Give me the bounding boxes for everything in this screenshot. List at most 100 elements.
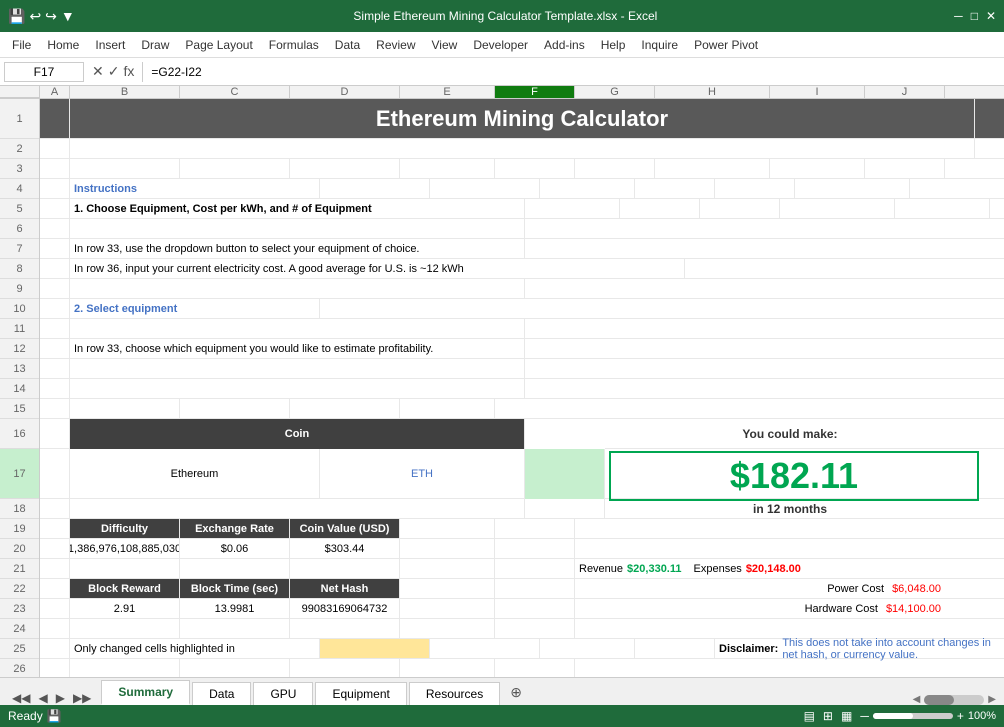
col-header-c[interactable]: C [180, 86, 290, 98]
cell-a26[interactable] [40, 659, 70, 677]
cell-d3[interactable] [290, 159, 400, 178]
normal-view-icon[interactable]: ▤ [804, 709, 815, 723]
cell-a7[interactable] [40, 239, 70, 258]
cell-a19[interactable] [40, 519, 70, 538]
confirm-formula-icon[interactable]: ✓ [108, 63, 120, 80]
cell-a17[interactable] [40, 449, 70, 499]
menu-help[interactable]: Help [593, 36, 634, 54]
cell-e26[interactable] [400, 659, 495, 677]
cell-b10-step2[interactable]: 2. Select equipment [70, 299, 320, 318]
tab-gpu[interactable]: GPU [253, 682, 313, 705]
menu-view[interactable]: View [424, 36, 466, 54]
cell-a23[interactable] [40, 599, 70, 618]
cell-b13-span[interactable] [70, 359, 525, 378]
col-header-b[interactable]: B [70, 86, 180, 98]
cell-a1[interactable] [40, 99, 70, 138]
close-btn[interactable]: ✕ [986, 9, 996, 23]
zoom-in-icon[interactable]: + [957, 709, 964, 723]
cell-b18-span[interactable] [70, 499, 525, 518]
menu-file[interactable]: File [4, 36, 39, 54]
cell-f21[interactable] [495, 559, 575, 578]
insert-function-icon[interactable]: fx [123, 63, 134, 80]
cancel-formula-icon[interactable]: ✕ [92, 63, 104, 80]
menu-addins[interactable]: Add-ins [536, 36, 593, 54]
cell-b21[interactable] [70, 559, 180, 578]
cell-difficulty-header[interactable]: Difficulty [70, 519, 180, 538]
cell-a25[interactable] [40, 639, 70, 658]
tab-scroll-left[interactable]: ◀◀ ◀ ▶ ▶▶ [8, 691, 95, 705]
title-bar-icons[interactable]: 💾 ↩ ↪ ▼ [8, 8, 75, 25]
cell-a5[interactable] [40, 199, 70, 218]
cell-a2[interactable] [40, 139, 70, 158]
cell-c24[interactable] [180, 619, 290, 638]
cell-blocktime-header[interactable]: Block Time (sec) [180, 579, 290, 598]
cell-j3[interactable] [865, 159, 945, 178]
save-icon[interactable]: 💾 [8, 8, 25, 25]
cell-a24[interactable] [40, 619, 70, 638]
zoom-out-icon[interactable]: ─ [860, 709, 869, 723]
cell-f26[interactable] [495, 659, 575, 677]
cell-b26[interactable] [70, 659, 180, 677]
cell-h4[interactable] [795, 179, 910, 198]
cell-f3[interactable] [495, 159, 575, 178]
menu-power-pivot[interactable]: Power Pivot [686, 36, 766, 54]
cell-i5[interactable] [895, 199, 990, 218]
col-header-j[interactable]: J [865, 86, 945, 98]
cell-d24[interactable] [290, 619, 400, 638]
cell-c25[interactable] [320, 639, 430, 658]
cell-a6[interactable] [40, 219, 70, 238]
cell-e22[interactable] [400, 579, 495, 598]
cell-a9[interactable] [40, 279, 70, 298]
cell-blocktime-value[interactable]: 13.9981 [180, 599, 290, 618]
cell-b3[interactable] [70, 159, 180, 178]
cell-c3[interactable] [180, 159, 290, 178]
cell-e19[interactable] [400, 519, 495, 538]
cell-f4[interactable] [635, 179, 715, 198]
cell-f16[interactable] [525, 419, 605, 449]
menu-data[interactable]: Data [327, 36, 368, 54]
cell-a20[interactable] [40, 539, 70, 558]
cell-b24[interactable] [70, 619, 180, 638]
cell-d21[interactable] [290, 559, 400, 578]
cell-b9-span[interactable] [70, 279, 525, 298]
cell-a16[interactable] [40, 419, 70, 448]
menu-home[interactable]: Home [39, 36, 87, 54]
cell-reference[interactable] [4, 62, 84, 82]
col-header-h[interactable]: H [655, 86, 770, 98]
cell-e4[interactable] [540, 179, 635, 198]
cell-f23[interactable] [495, 599, 575, 618]
redo-icon[interactable]: ↪ [45, 8, 57, 25]
col-header-f[interactable]: F [495, 86, 575, 98]
cell-b8-step1b[interactable]: In row 36, input your current electricit… [70, 259, 685, 278]
cell-coin-header[interactable]: Coin [70, 419, 525, 449]
cell-f20[interactable] [495, 539, 575, 558]
cell-f5[interactable] [620, 199, 700, 218]
col-header-e[interactable]: E [400, 86, 495, 98]
cell-f22[interactable] [495, 579, 575, 598]
cell-f19[interactable] [495, 519, 575, 538]
cell-a4[interactable] [40, 179, 70, 198]
menu-inquire[interactable]: Inquire [633, 36, 686, 54]
cell-d25[interactable] [430, 639, 540, 658]
cell-coin-symbol[interactable]: ETH [320, 449, 525, 499]
cell-j5[interactable] [990, 199, 1004, 218]
zoom-slider[interactable] [873, 713, 953, 719]
cell-e25[interactable] [540, 639, 635, 658]
cell-e24[interactable] [400, 619, 495, 638]
cell-b5-step1[interactable]: 1. Choose Equipment, Cost per kWh, and #… [70, 199, 525, 218]
cell-b11-span[interactable] [70, 319, 525, 338]
cell-c26[interactable] [180, 659, 290, 677]
cell-b2-span[interactable] [70, 139, 975, 158]
cell-b14-span[interactable] [70, 379, 525, 398]
cell-e5[interactable] [525, 199, 620, 218]
cell-d4[interactable] [430, 179, 540, 198]
add-sheet-button[interactable]: ⊕ [502, 680, 530, 705]
cell-i4[interactable] [910, 179, 1004, 198]
col-header-g[interactable]: G [575, 86, 655, 98]
cell-b15[interactable] [70, 399, 180, 418]
cell-nethash-header[interactable]: Net Hash [290, 579, 400, 598]
minimize-btn[interactable]: ─ [954, 9, 963, 23]
cell-a3[interactable] [40, 159, 70, 178]
tab-summary[interactable]: Summary [101, 680, 190, 705]
cell-coinvalue-header[interactable]: Coin Value (USD) [290, 519, 400, 538]
